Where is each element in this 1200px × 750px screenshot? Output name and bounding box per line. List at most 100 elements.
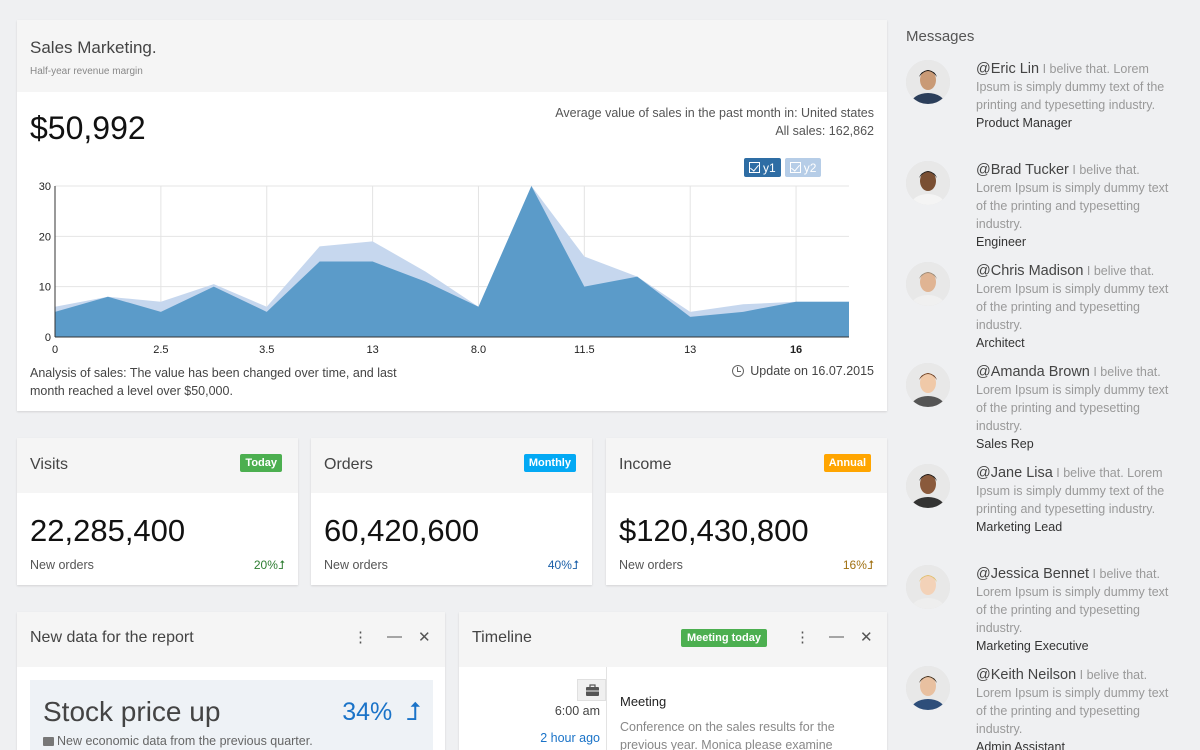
message-role: Marketing Lead	[976, 520, 1063, 534]
message-role: Product Manager	[976, 116, 1072, 130]
income-percent: 16%⮥	[843, 558, 874, 573]
avg-sales-text: Average value of sales in the past month…	[555, 106, 874, 120]
timeline-header: Timeline Meeting today ⋮ — ✕	[459, 612, 887, 667]
stock-percent-value: 34%	[342, 698, 393, 726]
minimize-icon[interactable]: —	[387, 628, 402, 645]
message-body: @Amanda Brown I belive that. Lorem Ipsum…	[976, 363, 1176, 453]
stock-panel: Stock price up 34% ⮥ New economic data f…	[30, 680, 433, 750]
y-tick-label: 10	[39, 282, 51, 294]
message-author: @Jane Lisa	[976, 465, 1053, 481]
message-role: Architect	[976, 336, 1025, 350]
message-author: @Amanda Brown	[976, 364, 1090, 380]
orders-percent: 40%⮥	[548, 558, 579, 573]
update-text: Update on 16.07.2015	[750, 364, 874, 378]
visits-percent: 20%⮥	[254, 558, 285, 573]
analysis-text: Analysis of sales: The value has been ch…	[30, 366, 397, 398]
stock-subtitle: New economic data from the previous quar…	[43, 734, 313, 748]
y-tick-label: 30	[39, 181, 51, 193]
area-series-y1	[55, 186, 849, 337]
message-role: Marketing Executive	[976, 639, 1089, 653]
x-tick-label: 13	[366, 344, 378, 356]
message-author: @Eric Lin	[976, 61, 1040, 77]
timeline-event-title: Meeting	[620, 694, 667, 709]
sales-title: Sales Marketing.	[30, 38, 157, 57]
sales-header: Sales Marketing. Half-year revenue margi…	[17, 20, 887, 92]
timeline-time: 6:00 am	[554, 704, 600, 718]
message-item[interactable]: @Jessica Bennet I belive that. Lorem Ips…	[906, 565, 1186, 657]
avatar	[906, 464, 950, 508]
timeline-event-desc: Conference on the sales results for the …	[620, 720, 835, 750]
visits-header: Visits Today	[17, 438, 298, 493]
sales-card: Sales Marketing. Half-year revenue margi…	[17, 20, 887, 411]
income-title: Income	[619, 456, 672, 473]
close-icon[interactable]: ✕	[418, 628, 431, 646]
message-item[interactable]: @Eric Lin I belive that. Lorem Ipsum is …	[906, 60, 1186, 152]
message-body: @Eric Lin I belive that. Lorem Ipsum is …	[976, 60, 1176, 132]
more-vertical-icon[interactable]: ⋮	[353, 628, 368, 646]
update-info: Update on 16.07.2015	[732, 364, 874, 378]
message-item[interactable]: @Chris Madison I belive that. Lorem Ipsu…	[906, 262, 1186, 354]
orders-card: Orders Monthly 60,420,600 New orders 40%…	[311, 438, 592, 585]
sales-amount: $50,992	[30, 110, 146, 146]
orders-title: Orders	[324, 456, 373, 473]
message-item[interactable]: @Brad Tucker I belive that. Lorem Ipsum …	[906, 161, 1186, 253]
arrow-up-icon: ⮥	[406, 698, 421, 726]
message-body: @Jessica Bennet I belive that. Lorem Ips…	[976, 565, 1176, 655]
report-header: New data for the report ⋮ — ✕	[17, 612, 445, 667]
x-tick-label: 8.0	[471, 344, 486, 356]
messages-title: Messages	[906, 28, 975, 45]
stock-title: Stock price up	[43, 696, 221, 727]
visits-percent-value: 20%	[253, 558, 278, 572]
message-author: @Jessica Bennet	[976, 566, 1090, 582]
x-tick-label: 0	[52, 344, 58, 356]
income-badge: Annual	[823, 454, 871, 472]
x-tick-label: 13	[684, 344, 696, 356]
orders-badge: Monthly	[523, 454, 576, 472]
message-author: @Keith Neilson	[976, 667, 1077, 683]
report-card: New data for the report ⋮ — ✕ Stock pric…	[17, 612, 445, 750]
clock-icon	[732, 365, 745, 377]
income-card: Income Annual $120,430,800 New orders 16…	[606, 438, 887, 585]
message-role: Engineer	[976, 235, 1027, 249]
stock-subtitle-text: New economic data from the previous quar…	[57, 734, 313, 748]
minimize-icon[interactable]: —	[829, 628, 844, 645]
avatar	[906, 60, 950, 104]
more-vertical-icon[interactable]: ⋮	[795, 628, 810, 646]
orders-percent-value: 40%	[547, 558, 572, 572]
visits-card: Visits Today 22,285,400 New orders 20%⮥	[17, 438, 298, 585]
arrow-up-icon: ⮥	[866, 558, 874, 572]
close-icon[interactable]: ✕	[860, 628, 873, 646]
all-sales-text: All sales: 162,862	[775, 124, 874, 138]
timeline-ago-link[interactable]: 2 hour ago	[540, 731, 600, 745]
visits-badge: Today	[240, 454, 282, 472]
x-tick-label: 11.5	[574, 344, 595, 356]
message-role: Admin Assistant	[976, 740, 1065, 750]
message-body: @Jane Lisa I belive that. Lorem Ipsum is…	[976, 464, 1176, 536]
arrow-up-icon: ⮥	[571, 558, 579, 572]
message-item[interactable]: @Keith Neilson I belive that. Lorem Ipsu…	[906, 666, 1186, 750]
income-header: Income Annual	[606, 438, 887, 493]
comment-icon	[43, 736, 54, 746]
income-percent-value: 16%	[842, 558, 867, 572]
x-tick-label: 2.5	[153, 344, 168, 356]
x-tick-label: 16	[790, 344, 802, 356]
orders-header: Orders Monthly	[311, 438, 592, 493]
message-body: @Keith Neilson I belive that. Lorem Ipsu…	[976, 666, 1176, 750]
x-tick-label: 3.5	[259, 344, 274, 356]
visits-value: 22,285,400	[30, 513, 186, 548]
timeline-card: Timeline Meeting today ⋮ — ✕ 6:00 am 2 h…	[459, 612, 887, 750]
avatar	[906, 363, 950, 407]
orders-label: New orders	[324, 558, 388, 572]
message-item[interactable]: @Amanda Brown I belive that. Lorem Ipsum…	[906, 363, 1186, 455]
timeline-title: Timeline	[472, 629, 532, 646]
message-body: @Chris Madison I belive that. Lorem Ipsu…	[976, 262, 1176, 352]
avatar	[906, 262, 950, 306]
message-author: @Brad Tucker	[976, 162, 1069, 178]
y-tick-label: 20	[39, 231, 51, 243]
message-role: Sales Rep	[976, 437, 1034, 451]
message-author: @Chris Madison	[976, 263, 1084, 279]
visits-label: New orders	[30, 558, 94, 572]
meeting-today-badge: Meeting today	[681, 629, 767, 647]
message-body: @Brad Tucker I belive that. Lorem Ipsum …	[976, 161, 1176, 251]
message-item[interactable]: @Jane Lisa I belive that. Lorem Ipsum is…	[906, 464, 1186, 556]
